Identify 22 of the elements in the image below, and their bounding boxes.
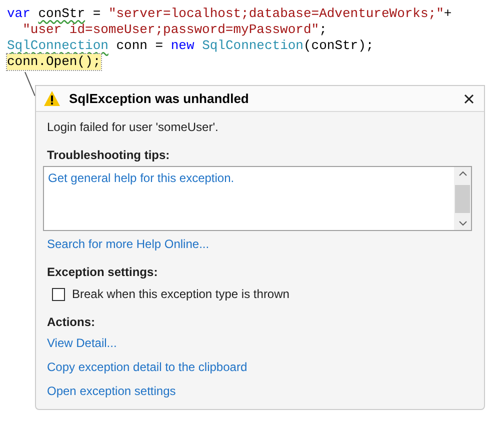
action-link[interactable]: View Detail... [47,334,117,352]
tip-link[interactable]: Get general help for this exception. [48,169,450,187]
close-button[interactable] [462,92,476,106]
popup-title: SqlException was unhandled [69,90,249,108]
checkbox-label: Break when this exception type is thrown [72,286,290,303]
code-line: "user id=someUser;password=myPassword"; [22,22,327,38]
section-heading: Troubleshooting tips: [47,147,171,164]
scroll-down-icon [458,221,466,226]
scrollbar-thumb[interactable] [455,184,470,212]
close-icon [464,94,474,104]
action-link[interactable]: Open exception settings [47,382,176,400]
leader-line [24,72,36,96]
warning-icon [44,91,60,106]
action-link[interactable]: Copy exception detail to the clipboard [47,358,248,376]
section-heading: Actions: [47,314,96,331]
checkbox[interactable] [52,288,65,300]
help-online-link[interactable]: Search for more Help Online... [47,235,473,253]
exception-message: Login failed for user 'someUser'. [47,119,220,136]
scroll-up-icon [458,171,466,176]
code-line: SqlConnection conn = new SqlConnection(conStr); [7,38,374,54]
section-heading: Exception settings: [47,264,159,281]
code-line: var conStr = "server=localhost;database=AdventureWorks;"+ [7,6,452,22]
